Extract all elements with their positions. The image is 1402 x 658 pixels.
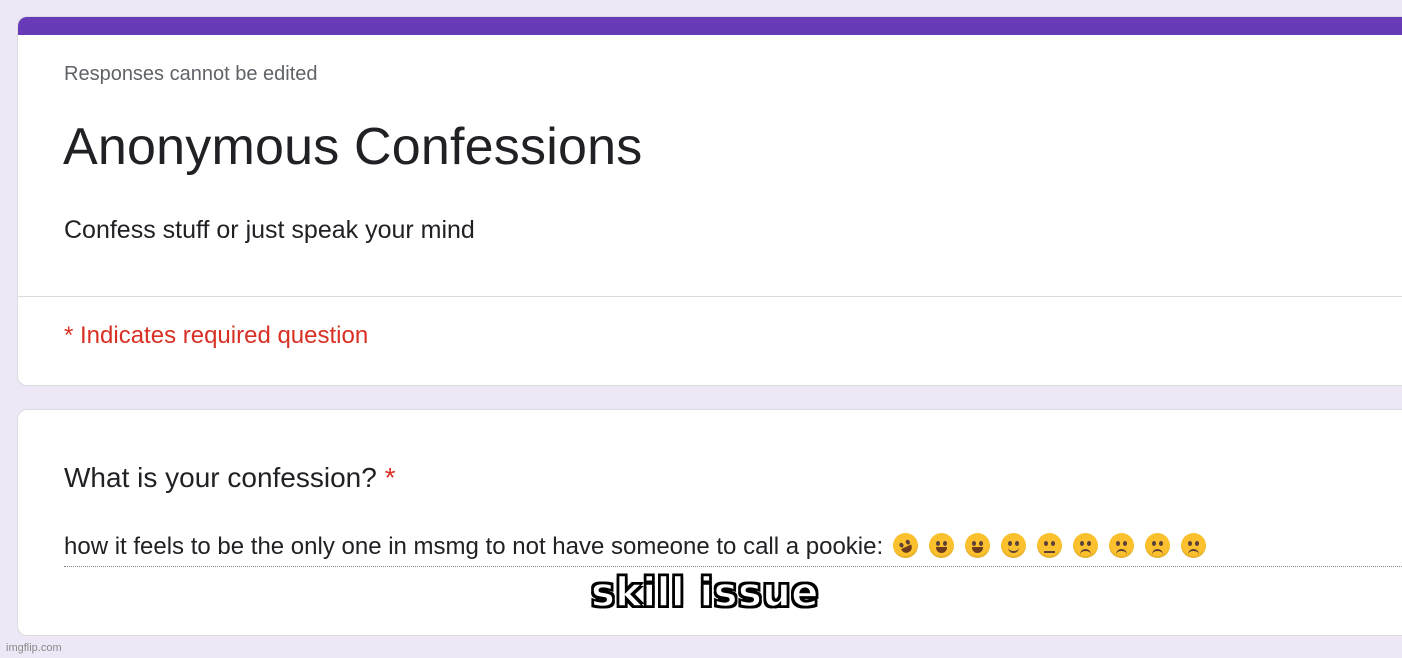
required-note: * Indicates required question — [64, 322, 369, 349]
form-header-card: Responses cannot be edited Anonymous Con… — [17, 16, 1402, 386]
question-text: What is your confession? — [64, 462, 377, 493]
emoji-row — [889, 528, 1207, 563]
neutral-face-emoji-icon — [1037, 533, 1063, 558]
form-title: Anonymous Confessions — [63, 118, 643, 176]
form-page: Responses cannot be edited Anonymous Con… — [0, 0, 1402, 658]
slightly-smiling-emoji-icon — [1001, 533, 1027, 558]
rolling-on-floor-laughing-emoji-icon — [889, 528, 923, 563]
accent-bar — [18, 17, 1402, 35]
header-divider — [18, 296, 1402, 297]
confused-face-emoji-icon — [1181, 533, 1207, 558]
zany-face-emoji-icon — [965, 533, 991, 558]
question-label: What is your confession? * — [64, 462, 396, 494]
form-description: Confess stuff or just speak your mind — [64, 216, 475, 244]
tears-of-joy-emoji-icon — [929, 533, 955, 558]
watermark: imgflip.com — [6, 642, 62, 654]
meme-caption: skill issue — [590, 569, 819, 617]
required-asterisk: * — [384, 462, 396, 493]
downcast-sweat-emoji-icon — [1109, 533, 1135, 558]
frowning-face-emoji-icon — [1073, 533, 1099, 558]
pensive-face-emoji-icon — [1145, 533, 1171, 558]
answer-field[interactable]: how it feels to be the only one in msmg … — [64, 528, 1402, 567]
answer-text: how it feels to be the only one in msmg … — [64, 533, 884, 560]
responses-note: Responses cannot be edited — [64, 63, 318, 85]
